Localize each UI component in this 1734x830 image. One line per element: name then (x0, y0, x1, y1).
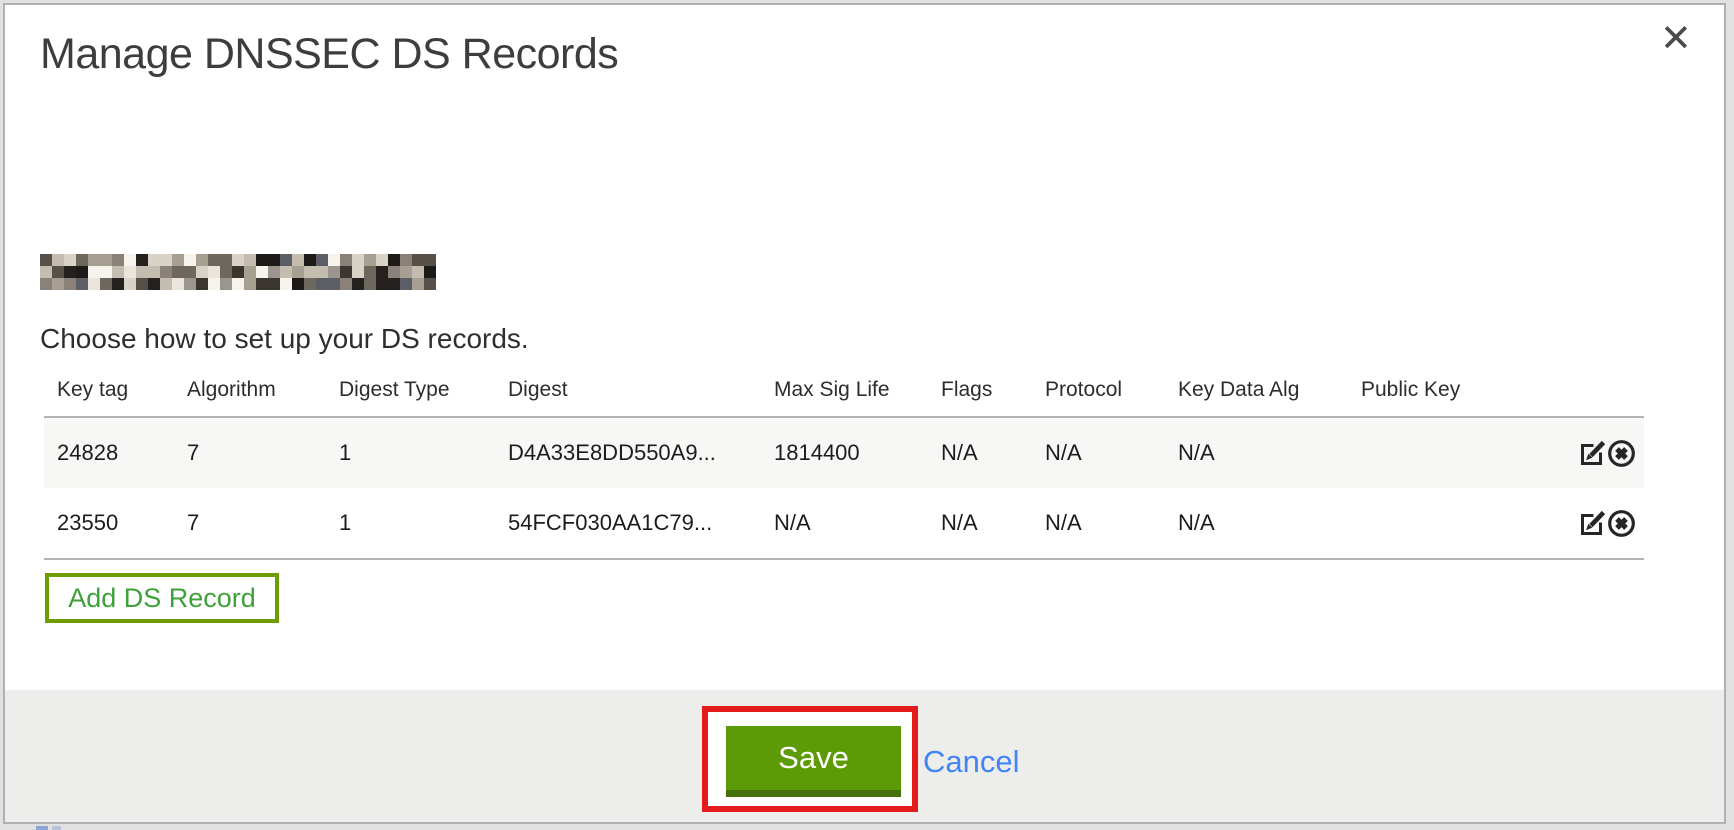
modal-title: Manage DNSSEC DS Records (40, 30, 618, 79)
row-actions (1503, 439, 1644, 468)
redacted-domain (40, 254, 436, 290)
table-cell: 1 (326, 440, 495, 466)
table-cell: 54FCF030AA1C79... (495, 510, 761, 536)
table-cell: 1814400 (761, 440, 928, 466)
table-cell: 23550 (44, 510, 174, 536)
table-cell: 1 (326, 510, 495, 536)
instruction-text: Choose how to set up your DS records. (40, 323, 529, 355)
table-cell: N/A (928, 510, 1032, 536)
column-header: Digest (495, 378, 761, 402)
page-background: Manage DNSSEC DS Records ✕ Choose how to… (0, 0, 1734, 830)
background-page-fragment (52, 826, 61, 830)
table-row: 2482871D4A33E8DD550A9...1814400N/AN/AN/A (44, 418, 1644, 488)
column-header: Public Key (1348, 378, 1503, 402)
edit-icon[interactable] (1579, 510, 1606, 537)
column-header: Max Sig Life (761, 378, 928, 402)
column-header: Key tag (44, 378, 174, 402)
remove-icon[interactable] (1607, 509, 1636, 538)
table-cell: N/A (1165, 510, 1348, 536)
cancel-link[interactable]: Cancel (923, 744, 1020, 780)
close-icon[interactable]: ✕ (1660, 20, 1692, 58)
edit-icon[interactable] (1579, 440, 1606, 467)
column-header: Key Data Alg (1165, 378, 1348, 402)
table-cell: N/A (1032, 440, 1165, 466)
table-cell: N/A (1032, 510, 1165, 536)
column-header: Flags (928, 378, 1032, 402)
row-actions (1503, 509, 1644, 538)
table-cell: 7 (174, 510, 326, 536)
save-button[interactable]: Save (726, 726, 901, 797)
table-cell: 24828 (44, 440, 174, 466)
table-row: 235507154FCF030AA1C79...N/AN/AN/AN/A (44, 488, 1644, 558)
table-cell: N/A (928, 440, 1032, 466)
add-ds-record-button[interactable]: Add DS Record (45, 573, 279, 623)
background-page-fragment (36, 826, 48, 830)
column-header: Protocol (1032, 378, 1165, 402)
column-header: Algorithm (174, 378, 326, 402)
table-header-row: Key tagAlgorithmDigest TypeDigestMax Sig… (44, 364, 1644, 416)
table-cell: 7 (174, 440, 326, 466)
remove-icon[interactable] (1607, 439, 1636, 468)
table-cell: D4A33E8DD550A9... (495, 440, 761, 466)
table-cell: N/A (761, 510, 928, 536)
column-header: Digest Type (326, 378, 495, 402)
table-cell: N/A (1165, 440, 1348, 466)
table-bottom-border (44, 558, 1644, 560)
